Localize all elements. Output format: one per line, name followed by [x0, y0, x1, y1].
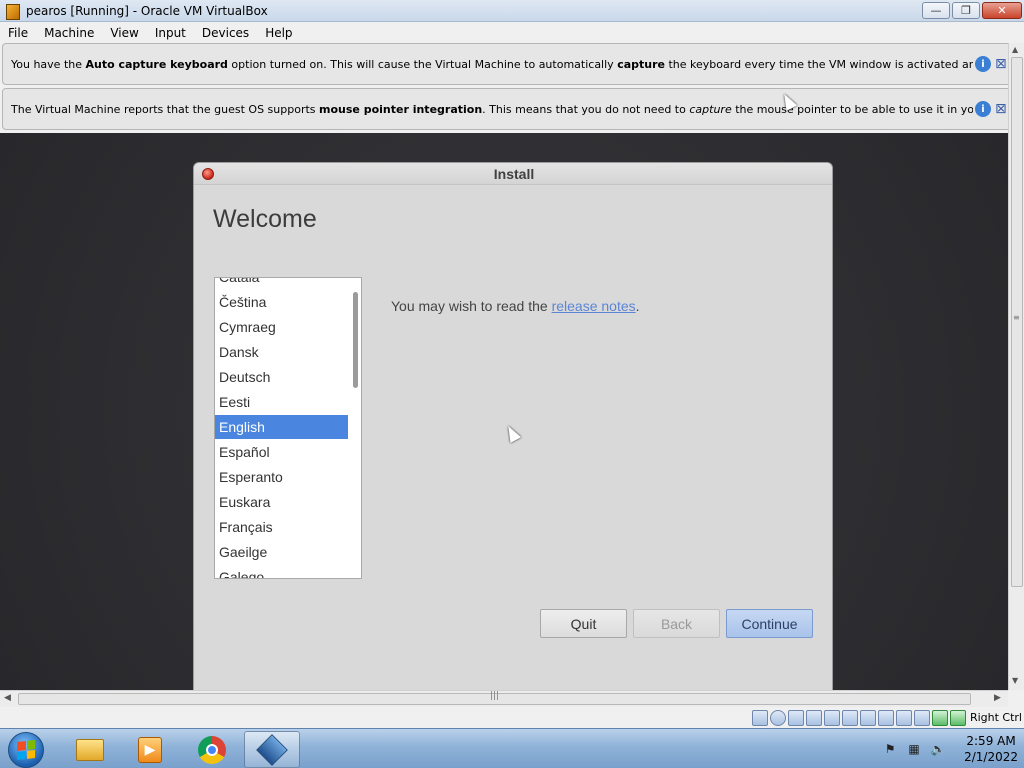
recording-icon[interactable]: [895, 709, 912, 726]
hard-disk-icon[interactable]: [751, 709, 768, 726]
mouse-integration-notice-text: The Virtual Machine reports that the gue…: [11, 103, 973, 116]
menubar: File Machine View Input Devices Help: [0, 22, 1024, 43]
clock-time: 2:59 AM: [966, 734, 1016, 748]
optical-drive-icon[interactable]: [769, 709, 786, 726]
language-item[interactable]: Français: [215, 515, 348, 539]
language-item[interactable]: Dansk: [215, 340, 348, 364]
volume-icon[interactable]: 🔈: [930, 741, 946, 757]
close-button[interactable]: ✕: [982, 2, 1022, 19]
scroll-up-icon[interactable]: ▲: [1012, 45, 1018, 54]
menu-machine[interactable]: Machine: [36, 26, 102, 40]
language-item[interactable]: Español: [215, 440, 348, 464]
taskbar-virtualbox[interactable]: [244, 731, 300, 768]
restore-button[interactable]: ❐: [952, 2, 980, 19]
notice-text-part: . This means that you do not need to: [482, 102, 690, 116]
language-list[interactable]: Català Čeština Cymraeg Dansk Deutsch Ees…: [214, 277, 362, 579]
network-icon[interactable]: [805, 709, 822, 726]
notice-text-part: The Virtual Machine reports that the gue…: [11, 102, 320, 116]
menu-devices[interactable]: Devices: [194, 26, 257, 40]
clock[interactable]: 2:59 AM 2/1/2022: [964, 733, 1018, 765]
menu-input[interactable]: Input: [147, 26, 194, 40]
virtualbox-icon: [256, 733, 288, 766]
scroll-left-icon[interactable]: ◀: [4, 693, 11, 703]
minimize-button[interactable]: —: [922, 2, 950, 19]
scroll-down-icon[interactable]: ▼: [1012, 676, 1018, 685]
back-button[interactable]: Back: [633, 609, 720, 638]
language-item[interactable]: Cymraeg: [215, 315, 348, 339]
notice-text-part: option turned on. This will cause the Vi…: [227, 57, 618, 71]
notice-italic-text: capture: [689, 102, 732, 116]
continue-button[interactable]: Continue: [726, 609, 813, 638]
chrome-icon: [198, 735, 226, 764]
install-dialog-title: Install: [493, 166, 535, 182]
shared-folders-icon[interactable]: [841, 709, 858, 726]
auto-capture-notice: You have the Auto capture keyboard optio…: [2, 43, 1022, 85]
vertical-scroll-thumb[interactable]: [1011, 57, 1023, 587]
vm-statusbar: Right Ctrl: [0, 707, 1024, 728]
notice-bold-text: mouse pointer integration: [319, 102, 483, 116]
notice-bold-text: capture: [617, 57, 665, 71]
language-item[interactable]: Gaeilge: [215, 540, 348, 564]
grip-icon: |||: [490, 691, 500, 701]
language-item[interactable]: Čeština: [215, 290, 348, 314]
info-icon[interactable]: i: [975, 101, 991, 117]
welcome-heading: Welcome: [213, 205, 317, 233]
release-notes-text: You may wish to read the release notes.: [391, 298, 640, 314]
notice-text-part: You have the: [11, 57, 86, 71]
notice-text-part: the keyboard every time the VM window is…: [668, 57, 973, 71]
video-capture-icon[interactable]: [877, 709, 894, 726]
scroll-right-icon[interactable]: ▶: [994, 693, 1001, 703]
mouse-integration-icon[interactable]: [931, 709, 948, 726]
taskbar-media-player[interactable]: ▶: [122, 731, 178, 768]
notice-text-part: the mouse pointer to be able to use it i…: [735, 102, 973, 116]
window-title: pearos [Running] - Oracle VM VirtualBox: [26, 3, 268, 18]
language-item[interactable]: Euskara: [215, 490, 348, 514]
keyboard-icon[interactable]: [949, 709, 966, 726]
mouse-integration-notice: The Virtual Machine reports that the gue…: [2, 88, 1022, 130]
notice-bold-text: Auto capture keyboard: [85, 57, 228, 71]
language-item[interactable]: Català: [215, 278, 348, 289]
host-key-label[interactable]: Right Ctrl: [970, 711, 1022, 724]
menu-help[interactable]: Help: [257, 26, 300, 40]
network-tray-icon[interactable]: ▦: [906, 741, 922, 757]
start-button[interactable]: [8, 732, 44, 768]
system-tray: ⚑ ▦ 🔈 2:59 AM 2/1/2022: [878, 733, 1018, 765]
language-item[interactable]: Galego: [215, 565, 348, 578]
usb-icon[interactable]: [823, 709, 840, 726]
release-notes-link[interactable]: release notes: [552, 298, 636, 314]
clock-date: 2/1/2022: [964, 750, 1018, 764]
folder-icon: [76, 738, 104, 761]
language-item[interactable]: Eesti: [215, 390, 348, 414]
info-icon[interactable]: i: [975, 56, 991, 72]
media-player-icon: ▶: [138, 736, 162, 763]
install-dialog-titlebar: Install: [194, 163, 832, 185]
vertical-scrollbar[interactable]: ▲ ≡ ▼: [1008, 43, 1024, 690]
windows-logo-icon: [17, 740, 35, 760]
menu-view[interactable]: View: [102, 26, 146, 40]
cpu-icon[interactable]: [913, 709, 930, 726]
taskbar-chrome[interactable]: [184, 731, 240, 768]
audio-icon[interactable]: [787, 709, 804, 726]
display-icon[interactable]: [859, 709, 876, 726]
release-notes-prefix: You may wish to read the: [391, 298, 552, 314]
language-list-scrollbar[interactable]: [353, 292, 358, 388]
release-notes-suffix: .: [635, 298, 640, 314]
taskbar-explorer[interactable]: [62, 731, 118, 768]
windows-taskbar: ▶ ⚑ ▦ 🔈 2:59 AM 2/1/2022: [0, 728, 1024, 768]
window-controls: — ❐ ✕: [922, 2, 1022, 19]
language-item-selected[interactable]: English: [215, 415, 348, 439]
auto-capture-notice-text: You have the Auto capture keyboard optio…: [11, 58, 973, 71]
quit-button[interactable]: Quit: [540, 609, 627, 638]
menu-file[interactable]: File: [0, 26, 36, 40]
grip-icon: ≡: [1013, 313, 1020, 322]
horizontal-scrollbar[interactable]: ◀ ||| ▶: [0, 690, 1008, 707]
action-center-icon[interactable]: ⚑: [882, 741, 898, 757]
window-titlebar: pearos [Running] - Oracle VM VirtualBox …: [0, 0, 1024, 22]
language-item[interactable]: Deutsch: [215, 365, 348, 389]
virtualbox-app-icon: [4, 3, 20, 20]
language-item[interactable]: Esperanto: [215, 465, 348, 489]
